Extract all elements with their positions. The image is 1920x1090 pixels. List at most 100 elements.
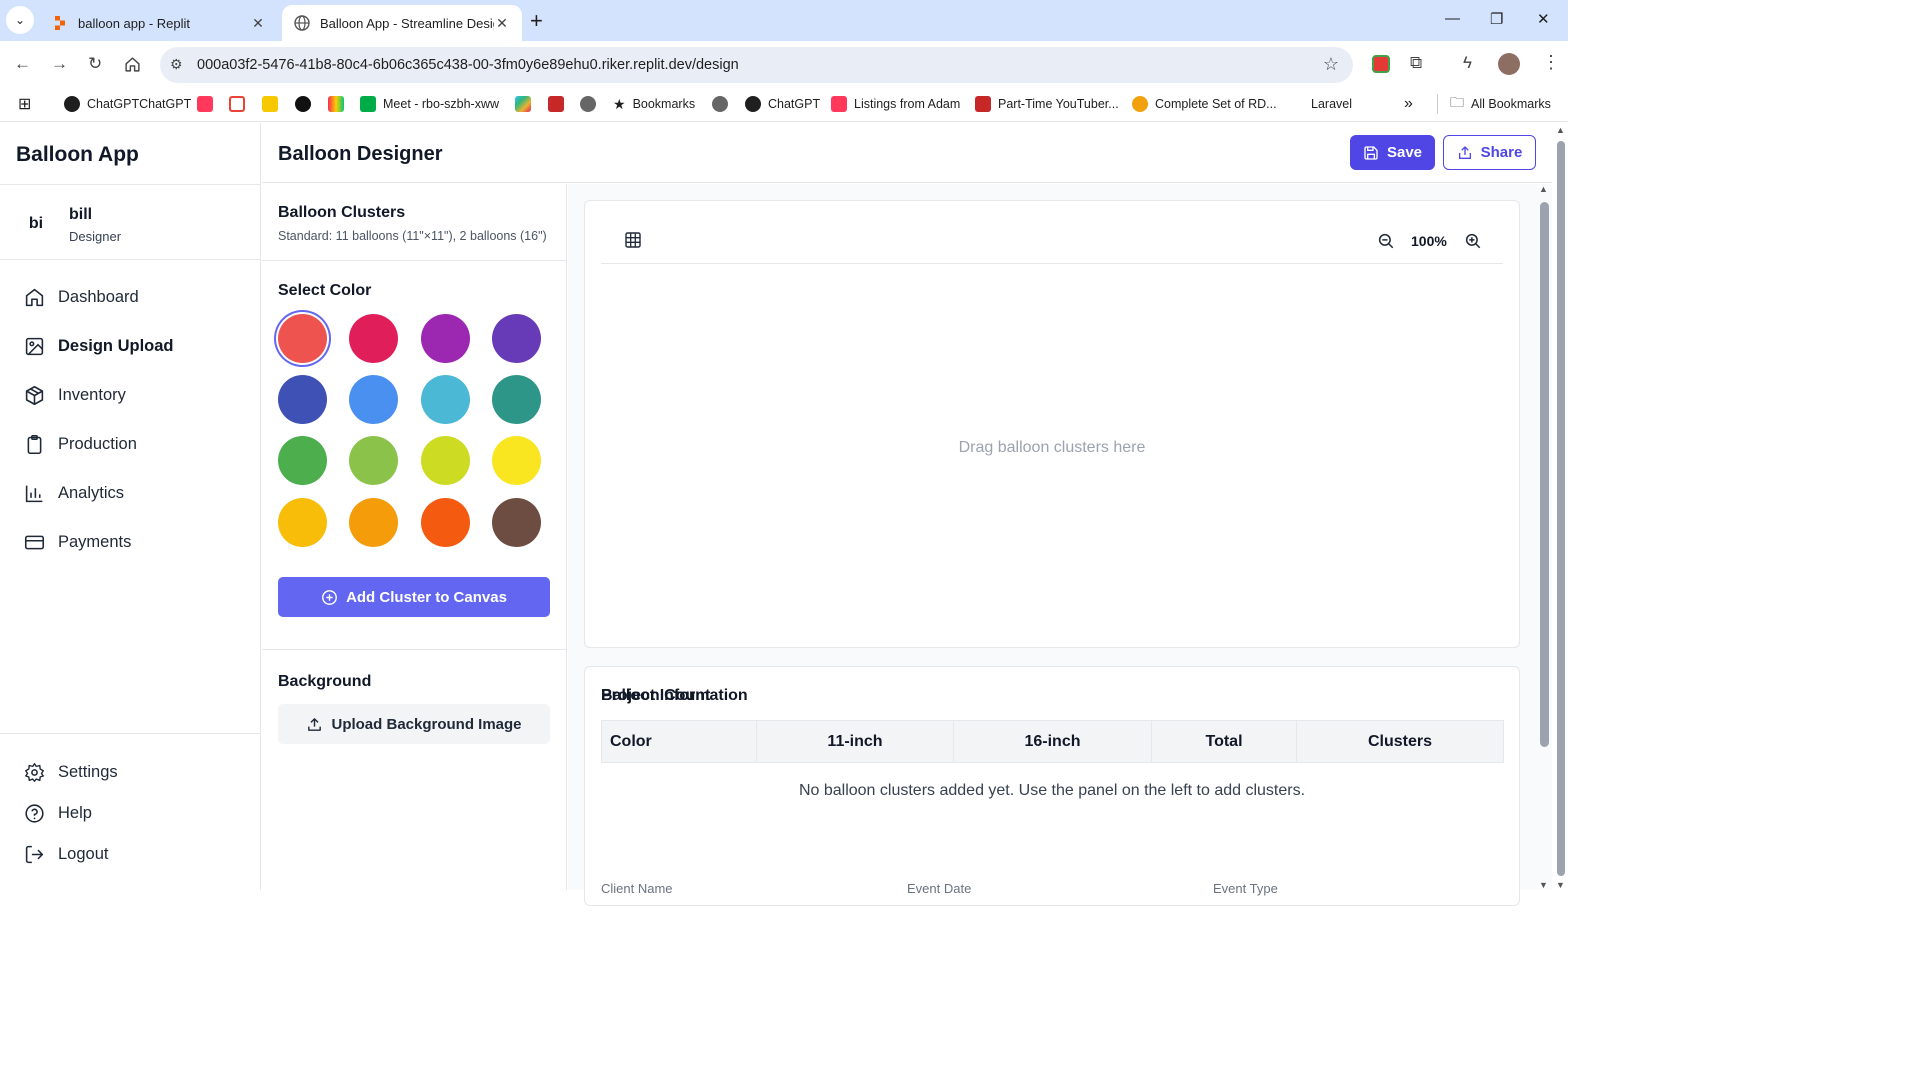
- scroll-up-icon[interactable]: ▲: [1556, 125, 1565, 135]
- zoom-in-icon[interactable]: [1464, 232, 1482, 250]
- reload-icon[interactable]: ↻: [88, 54, 102, 74]
- scroll-down-icon[interactable]: ▼: [1556, 880, 1565, 890]
- color-swatch[interactable]: [492, 314, 541, 363]
- sidebar-item-dashboard[interactable]: Dashboard: [0, 273, 260, 322]
- restore-icon[interactable]: ❐: [1490, 10, 1503, 28]
- color-swatch[interactable]: [349, 375, 398, 424]
- extensions-icon[interactable]: ⧉: [1410, 53, 1422, 73]
- url-text[interactable]: 000a03f2-5476-41b8-80c4-6b06c365c438-00-…: [197, 57, 739, 73]
- close-tab-icon[interactable]: ✕: [250, 15, 266, 32]
- brand-title: Balloon App: [0, 123, 260, 185]
- page-scrollbar[interactable]: ▲ ▼: [1554, 123, 1568, 890]
- bookmark-youtuber[interactable]: Part-Time YouTuber...: [975, 94, 1119, 114]
- bookmark-laravel[interactable]: Laravel: [1311, 94, 1352, 114]
- image-icon: [25, 337, 44, 356]
- more-bookmarks-icon[interactable]: »: [1404, 94, 1413, 114]
- bookmark-bookmarks[interactable]: ★ Bookmarks: [613, 94, 695, 114]
- recorder-extension-icon[interactable]: [1372, 55, 1390, 73]
- sidebar-item-label: Analytics: [58, 484, 125, 502]
- performance-icon[interactable]: ϟ: [1463, 53, 1472, 73]
- new-tab-button[interactable]: +: [530, 8, 543, 34]
- color-swatch[interactable]: [278, 498, 327, 547]
- color-swatch[interactable]: [349, 498, 398, 547]
- color-swatch[interactable]: [278, 314, 327, 363]
- bookmark-rd[interactable]: Complete Set of RD...: [1132, 94, 1277, 114]
- color-swatch[interactable]: [278, 375, 327, 424]
- help-circle-icon: [25, 804, 44, 823]
- sidebar-item-help[interactable]: Help: [0, 793, 260, 834]
- menu-kebab-icon[interactable]: ⋮: [1542, 52, 1560, 73]
- add-cluster-button[interactable]: Add Cluster to Canvas: [278, 577, 550, 617]
- color-swatch[interactable]: [492, 375, 541, 424]
- bookmark-globe[interactable]: [580, 94, 603, 114]
- browser-tab-balloon-app[interactable]: Balloon App - Streamline Design ✕: [282, 5, 522, 41]
- upload-background-button[interactable]: Upload Background Image: [278, 704, 550, 744]
- share-button[interactable]: Share: [1443, 135, 1536, 170]
- medium-icon: [295, 96, 311, 112]
- color-swatch[interactable]: [349, 314, 398, 363]
- color-swatch[interactable]: [492, 498, 541, 547]
- bookmark-monday[interactable]: [328, 94, 351, 114]
- section-title: Balloon Clusters: [278, 204, 406, 221]
- all-bookmarks-folder[interactable]: 🗀 All Bookmarks: [1437, 94, 1551, 114]
- scroll-down-icon[interactable]: ▼: [1539, 880, 1548, 890]
- bookmark-globe-2[interactable]: [712, 94, 735, 114]
- grid-icon[interactable]: [625, 232, 641, 248]
- bookmark-star-icon[interactable]: ☆: [1323, 54, 1339, 75]
- scrollbar-thumb[interactable]: [1540, 202, 1549, 747]
- color-swatch[interactable]: [421, 314, 470, 363]
- browser-tab-replit[interactable]: balloon app - Replit ✕: [40, 5, 278, 41]
- background-section: Background Upload Background Image: [262, 651, 566, 891]
- openai-icon: [64, 96, 80, 112]
- bookmark-medium[interactable]: [295, 94, 318, 114]
- column-header: 16-inch: [953, 720, 1152, 763]
- color-swatch[interactable]: [492, 436, 541, 485]
- sidebar-item-inventory[interactable]: Inventory: [0, 371, 260, 420]
- globe-icon: [712, 96, 728, 112]
- openai-icon: [745, 96, 761, 112]
- save-button[interactable]: Save: [1350, 135, 1435, 170]
- color-swatch[interactable]: [421, 498, 470, 547]
- canvas-drop-hint: Drag balloon clusters here: [958, 439, 1146, 456]
- bookmark-chatgpt[interactable]: ChatGPT: [745, 94, 820, 114]
- sidebar-item-payments[interactable]: Payments: [0, 518, 260, 567]
- sidebar-item-production[interactable]: Production: [0, 420, 260, 469]
- workspace: 100% Drag balloon clusters here Balloon …: [568, 184, 1552, 906]
- minimize-icon[interactable]: —: [1445, 10, 1460, 27]
- window-close-icon[interactable]: ✕: [1537, 10, 1550, 28]
- color-swatch[interactable]: [421, 375, 470, 424]
- tab-search-button[interactable]: ⌄: [6, 6, 34, 34]
- workspace-scrollbar[interactable]: ▲ ▼: [1538, 184, 1551, 890]
- design-canvas[interactable]: 100% Drag balloon clusters here: [584, 200, 1520, 648]
- forward-icon[interactable]: →: [51, 54, 68, 74]
- balloon-count-table: Color 11-inch 16-inch Total Clusters: [601, 720, 1504, 763]
- address-bar[interactable]: ⚙ 000a03f2-5476-41b8-80c4-6b06c365c438-0…: [160, 47, 1353, 83]
- bookmark-chatgpt-chatgpt[interactable]: ChatGPTChatGPT: [64, 94, 191, 114]
- sidebar-bottom-nav: Settings Help Logout: [0, 733, 260, 875]
- bookmark-airbnb[interactable]: [197, 94, 220, 114]
- close-tab-icon[interactable]: ✕: [494, 15, 510, 32]
- color-swatch[interactable]: [349, 436, 398, 485]
- scroll-up-icon[interactable]: ▲: [1539, 184, 1548, 194]
- sidebar-item-analytics[interactable]: Analytics: [0, 469, 260, 518]
- back-icon[interactable]: ←: [14, 54, 31, 74]
- sidebar-item-logout[interactable]: Logout: [0, 834, 260, 875]
- color-swatch[interactable]: [278, 436, 327, 485]
- bookmark-meet[interactable]: Meet - rbo-szbh-xww: [360, 94, 499, 114]
- scrollbar-thumb[interactable]: [1557, 141, 1565, 876]
- sidebar-item-settings[interactable]: Settings: [0, 752, 260, 793]
- site-info-icon[interactable]: ⚙: [170, 56, 183, 73]
- browser-tab-strip: ⌄ balloon app - Replit ✕ Balloon App - S…: [0, 0, 1568, 41]
- apps-grid-icon[interactable]: ⊞: [18, 94, 31, 114]
- bookmark-gmail[interactable]: [229, 94, 252, 114]
- home-icon: [25, 288, 44, 307]
- bookmark-slack[interactable]: [515, 94, 538, 114]
- sidebar-item-design-upload[interactable]: Design Upload: [0, 322, 260, 371]
- home-icon[interactable]: [124, 56, 141, 73]
- color-swatch[interactable]: [421, 436, 470, 485]
- bookmark-ups[interactable]: [262, 94, 285, 114]
- bookmark-red[interactable]: [548, 94, 571, 114]
- bookmark-listings[interactable]: Listings from Adam: [831, 94, 960, 114]
- profile-avatar[interactable]: [1498, 53, 1520, 75]
- zoom-out-icon[interactable]: [1377, 232, 1395, 250]
